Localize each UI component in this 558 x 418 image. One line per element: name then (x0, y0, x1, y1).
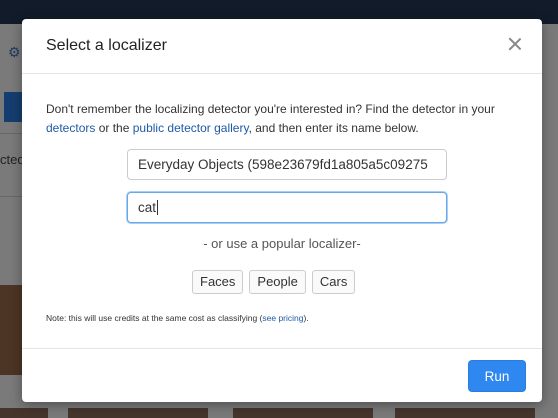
run-button[interactable]: Run (468, 360, 526, 392)
intro-text-part1: Don't remember the localizing detector y… (46, 102, 495, 116)
intro-text-part2: or the (95, 121, 133, 135)
credits-note: Note: this will use credits at the same … (46, 313, 309, 323)
see-pricing-link[interactable]: see pricing (262, 313, 303, 323)
close-icon[interactable] (506, 35, 524, 53)
dialog-header: Select a localizer (22, 19, 542, 74)
dialog-title: Select a localizer (46, 37, 167, 54)
detectors-link[interactable]: detectors (46, 121, 95, 135)
localizer-query-input[interactable]: cat (127, 192, 447, 223)
select-localizer-dialog: Select a localizer Don't remember the lo… (22, 19, 542, 402)
detector-name-value: Everyday Objects (598e23679fd1a805a5c092… (138, 157, 428, 172)
localizer-faces-button[interactable]: Faces (192, 270, 244, 294)
public-detector-gallery-link[interactable]: public detector gallery (133, 121, 249, 135)
dialog-footer: Run (22, 349, 542, 402)
popular-localizer-hint: - or use a popular localizer- (203, 236, 361, 251)
credits-note-text: Note: this will use credits at the same … (46, 313, 263, 323)
localizer-query-value: cat (138, 200, 157, 215)
localizer-cars-button[interactable]: Cars (311, 270, 356, 294)
intro-text: Don't remember the localizing detector y… (46, 100, 516, 138)
dialog-body: Don't remember the localizing detector y… (22, 74, 542, 349)
text-cursor (157, 200, 159, 215)
popular-localizer-list: Faces People Cars (192, 270, 356, 294)
localizer-people-button[interactable]: People (249, 270, 306, 294)
intro-text-part3: , and then enter its name below. (248, 121, 419, 135)
credits-note-end: ). (303, 313, 309, 323)
detector-name-input[interactable]: Everyday Objects (598e23679fd1a805a5c092… (127, 149, 447, 180)
